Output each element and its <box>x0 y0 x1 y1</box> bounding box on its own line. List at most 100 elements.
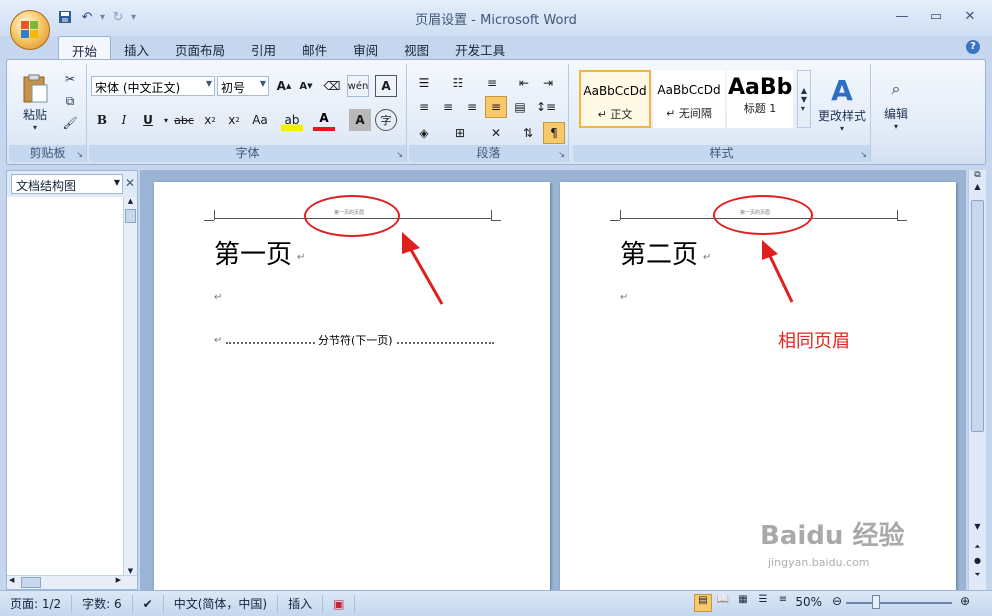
nav-scroll-right-icon[interactable]: ▶ <box>116 576 121 584</box>
align-center-icon[interactable]: ≡ <box>437 96 459 118</box>
numbering-icon[interactable]: ☷ <box>447 72 469 94</box>
editing-button[interactable]: ⌕ 编辑 ▾ <box>877 70 915 140</box>
increase-indent-icon[interactable]: ⇥ <box>537 72 559 94</box>
subscript-icon[interactable]: x2 <box>199 109 221 131</box>
nav-pane-close-icon[interactable]: ✕ <box>125 176 135 190</box>
select-browse-object-icon[interactable]: ● <box>969 556 986 565</box>
zoom-out-icon[interactable]: ⊖ <box>832 594 842 608</box>
draft-view-icon[interactable]: ≡ <box>774 594 792 612</box>
status-insert-mode[interactable]: 插入 <box>278 594 324 613</box>
zoom-slider[interactable] <box>846 602 952 604</box>
doc-scroll-up-icon[interactable]: ▲ <box>969 182 986 191</box>
clipboard-launcher-icon[interactable]: ↘ <box>76 150 83 159</box>
character-border-icon[interactable]: A <box>375 75 397 97</box>
sort-icon[interactable]: ⇅ <box>517 122 539 144</box>
italic-icon[interactable]: I <box>113 109 135 131</box>
status-language[interactable]: 中文(简体，中国) <box>164 594 279 613</box>
nav-scroll-up-icon[interactable]: ▲ <box>124 197 137 205</box>
align-right-icon[interactable]: ≡ <box>461 96 483 118</box>
paragraph-group: ☰ ☷ ≡ ⇤ ⇥ ≡ ≡ ≡ ≡ ▤ ↕≡ ◈ ⊞ ✕ ⇅ ¶ 段落 ↘ <box>409 64 569 162</box>
change-styles-button[interactable]: A 更改样式 ▾ <box>813 68 871 138</box>
grow-font-icon[interactable]: A ▲ <box>273 75 295 97</box>
doc-scroll-down-icon[interactable]: ▼ <box>969 522 986 531</box>
status-page-number[interactable]: 页面: 1/2 <box>0 594 73 613</box>
tab-developer[interactable]: 开发工具 <box>442 36 518 60</box>
shrink-font-icon[interactable]: A ▼ <box>295 75 317 97</box>
styles-scroll[interactable]: ▲ ▼ ▾ <box>797 70 811 128</box>
borders-icon[interactable]: ⊞ <box>449 122 471 144</box>
styles-launcher-icon[interactable]: ↘ <box>860 150 867 159</box>
help-icon[interactable]: ? <box>966 40 980 54</box>
show-marks-icon[interactable]: ¶ <box>543 122 565 144</box>
tab-view[interactable]: 视图 <box>391 36 442 60</box>
clear-formatting-icon[interactable]: ⌫ <box>321 75 343 97</box>
proofing-icon[interactable]: ✔ <box>133 594 164 613</box>
align-left-icon[interactable]: ≡ <box>413 96 435 118</box>
prev-page-icon[interactable]: ⏶ <box>969 542 986 552</box>
tab-references[interactable]: 引用 <box>238 36 289 60</box>
distributed-icon[interactable]: ▤ <box>509 96 531 118</box>
copy-icon[interactable]: ⧉ <box>61 92 79 110</box>
nav-scroll-thumb[interactable] <box>125 209 136 223</box>
bullets-icon[interactable]: ☰ <box>413 72 435 94</box>
ruler-toggle-icon[interactable]: ⧉ <box>969 170 986 180</box>
style-no-spacing[interactable]: AaBbCcDd ↵ 无间隔 <box>653 70 725 128</box>
tab-insert[interactable]: 插入 <box>111 36 162 60</box>
enclose-characters-icon[interactable]: 字 <box>375 109 397 131</box>
paragraph-launcher-icon[interactable]: ↘ <box>558 150 565 159</box>
style-normal-name: ↵ 正文 <box>597 108 633 121</box>
line-spacing-icon[interactable]: ↕≡ <box>535 96 557 118</box>
print-layout-view-icon[interactable]: ▤ <box>694 594 712 612</box>
zoom-slider-thumb[interactable] <box>872 595 880 609</box>
shading-icon[interactable]: ◈ <box>413 122 435 144</box>
cut-icon[interactable]: ✂ <box>61 70 79 88</box>
close-button[interactable]: ✕ <box>956 6 984 26</box>
style-normal[interactable]: AaBbCcDd ↵ 正文 <box>579 70 651 128</box>
page-2-heading[interactable]: 第二页 <box>620 234 698 271</box>
nav-scroll-down-icon[interactable]: ▼ <box>124 567 137 575</box>
nav-pane-vertical-scrollbar[interactable]: ▲ ▼ <box>123 197 137 577</box>
strikethrough-icon[interactable]: abc <box>173 109 195 131</box>
nav-scroll-left-icon[interactable]: ◀ <box>9 576 14 584</box>
outline-view-icon[interactable]: ☰ <box>754 594 772 612</box>
zoom-in-icon[interactable]: ⊕ <box>960 594 970 608</box>
decrease-indent-icon[interactable]: ⇤ <box>513 72 535 94</box>
font-color-icon[interactable]: A <box>313 109 335 131</box>
tab-review[interactable]: 审阅 <box>340 36 391 60</box>
status-word-count[interactable]: 字数: 6 <box>72 594 133 613</box>
bold-icon[interactable]: B <box>91 109 113 131</box>
office-button[interactable] <box>10 10 50 50</box>
justify-icon[interactable]: ≡ <box>485 96 507 118</box>
font-size-combo[interactable]: 初号 ▼ <box>217 76 269 96</box>
phonetic-guide-icon[interactable]: wén <box>347 75 369 97</box>
style-normal-sample: AaBbCcDd <box>583 84 647 98</box>
superscript-icon[interactable]: x2 <box>223 109 245 131</box>
page-1[interactable]: 第一页的页眉 第一页 ↵ ↵ ↵ 分节符(下一页) <box>154 182 550 590</box>
minimize-button[interactable]: — <box>888 6 916 26</box>
page-1-heading[interactable]: 第一页 <box>214 234 292 271</box>
tab-home[interactable]: 开始 <box>58 36 112 60</box>
font-name-combo[interactable]: 宋体 (中文正文) ▼ <box>91 76 215 96</box>
full-screen-reading-icon[interactable]: 📖 <box>714 594 732 612</box>
web-layout-icon[interactable]: ▦ <box>734 594 752 612</box>
maximize-button[interactable]: ▭ <box>922 6 950 26</box>
nav-hscroll-thumb[interactable] <box>21 577 41 588</box>
format-painter-icon[interactable]: 🖌 <box>61 114 79 132</box>
nav-pane-horizontal-scrollbar[interactable]: ◀ ▶ <box>7 575 137 589</box>
change-case-icon[interactable]: Aa <box>249 109 271 131</box>
document-vertical-scrollbar[interactable]: ⧉ ▲ ▼ ⏶ ● ⏷ <box>968 170 986 590</box>
nav-pane-select[interactable]: 文档结构图 ▼ <box>11 174 123 194</box>
zoom-level[interactable]: 50% <box>795 595 822 609</box>
tab-page-layout[interactable]: 页面布局 <box>162 36 238 60</box>
macro-record-icon[interactable]: ▣ <box>323 594 356 613</box>
doc-scroll-thumb[interactable] <box>971 200 984 432</box>
chinese-layout-icon[interactable]: ✕ <box>485 122 507 144</box>
paste-button[interactable]: 粘贴 ▾ <box>15 68 55 138</box>
highlight-icon[interactable]: ab <box>281 109 303 131</box>
font-launcher-icon[interactable]: ↘ <box>396 150 403 159</box>
character-shading-icon[interactable]: A <box>349 109 371 131</box>
multilevel-list-icon[interactable]: ≡ <box>481 72 503 94</box>
tab-mailings[interactable]: 邮件 <box>289 36 340 60</box>
style-heading-1[interactable]: AaBb 标题 1 <box>727 70 793 128</box>
next-page-icon[interactable]: ⏷ <box>969 570 986 580</box>
